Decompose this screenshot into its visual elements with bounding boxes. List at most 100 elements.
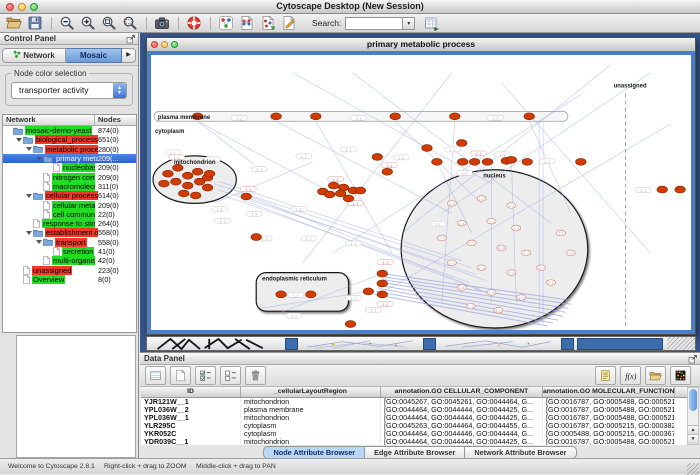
tree-expand-icon[interactable] [25, 147, 33, 151]
table-row[interactable]: YPL036W__1mitochondrion[GO:0044464, GO:0… [141, 414, 687, 422]
table-scrollbar[interactable]: ▲ ▼ [687, 387, 699, 445]
notes-icon[interactable] [595, 366, 616, 385]
tree-row[interactable]: mosaic-demo-yeast874(0) [3, 126, 136, 135]
tree-expand-icon[interactable] [25, 231, 33, 235]
tree-row[interactable]: unassigned223(0) [3, 265, 136, 274]
snapshot-icon[interactable] [154, 15, 170, 31]
tree-row[interactable]: Overview8(0) [3, 275, 136, 284]
tree-row[interactable]: biological_process651(0) [3, 135, 136, 144]
table-row[interactable]: YLR295Ccytoplasm[GO:0045263, GO:0044464,… [141, 422, 687, 430]
table-cell[interactable]: YPL036W__1 [141, 414, 241, 422]
plugins-icon[interactable] [260, 15, 276, 31]
search-input[interactable] [345, 17, 403, 30]
view-minimize-button[interactable] [161, 41, 168, 48]
tree-row[interactable]: establishment of lo558(0) [3, 228, 136, 237]
annotations-icon[interactable] [281, 15, 297, 31]
table-cell[interactable]: cytoplasm [241, 430, 381, 438]
table-row[interactable]: YPL036W__2plasma membrane[GO:0044464, GO… [141, 406, 687, 414]
table-cell[interactable]: cytoplasm [241, 422, 381, 430]
tree-row[interactable]: cellular process614(0) [3, 191, 136, 200]
tree-row[interactable]: cellular metabol209(0) [3, 200, 136, 209]
zoom-out-icon[interactable] [59, 15, 75, 31]
table-cell[interactable]: [GO:0016787, GO:0005488, GO:0005215, G..… [543, 406, 675, 414]
tree-row[interactable]: metabolic process280(0) [3, 145, 136, 154]
network-graph[interactable]: (...)(...)(...)(...)(...)(...)(...)(...)… [151, 55, 691, 330]
column-header[interactable]: annotation.GO MOLECULAR_FUNCTION [543, 387, 675, 397]
table-cell[interactable]: [GO:0044464, GO:0044444, GO:0044425, G..… [381, 406, 543, 414]
tree-row[interactable]: response to stimulu264(0) [3, 219, 136, 228]
tree-expand-icon[interactable] [35, 240, 43, 244]
function-builder-icon[interactable]: f(x) [620, 366, 641, 385]
table-row[interactable]: YKR052Ccytoplasm[GO:0044464, GO:0044446,… [141, 430, 687, 438]
search-dropdown-arrow[interactable]: ▾ [403, 17, 415, 30]
app-resize-grip[interactable] [687, 463, 699, 475]
close-button[interactable] [6, 3, 14, 11]
table-cell[interactable]: [GO:0016787, GO:0005488, GO:0005215, G..… [543, 398, 675, 406]
help-icon[interactable] [186, 15, 202, 31]
column-header[interactable]: ID [141, 387, 241, 397]
table-cell[interactable]: YDR039C__1 [141, 438, 241, 445]
table-cell[interactable]: YPL036W__2 [141, 406, 241, 414]
zoom-in-icon[interactable] [80, 15, 96, 31]
background-window-fragment[interactable] [577, 338, 663, 350]
window-resize-grip[interactable] [667, 337, 695, 351]
background-window-fragment[interactable] [561, 338, 574, 350]
node-color-dropdown[interactable]: transporter activity ▲▼ [11, 82, 127, 99]
background-window-fragment[interactable] [423, 338, 436, 350]
zoom-selected-icon[interactable] [122, 15, 138, 31]
tree-row[interactable]: macromolecule311(0) [3, 182, 136, 191]
network-window-titlebar[interactable]: primary metabolic process [147, 38, 695, 52]
open-session-icon[interactable] [6, 15, 22, 31]
filters-icon[interactable] [239, 15, 255, 31]
tab-network[interactable]: Network [2, 48, 66, 63]
table-cell[interactable]: YLR295C [141, 422, 241, 430]
tree-row[interactable]: primary metabo209(... [3, 154, 136, 163]
tree-row[interactable]: secretion41(0) [3, 247, 136, 256]
tree-expand-icon[interactable] [25, 194, 33, 198]
table-cell[interactable]: [GO:0044464, GO:0044444, GO:0044425, G..… [381, 438, 543, 445]
tree-row[interactable]: multi-organism pro42(0) [3, 256, 136, 265]
float-panel-icon[interactable] [126, 34, 136, 44]
table-cell[interactable]: [GO:0016787, GO:0005488, GO:0005215, G..… [543, 414, 675, 422]
table-cell[interactable]: mitochondrion [241, 414, 381, 422]
vizmapper-icon[interactable] [218, 15, 234, 31]
table-row[interactable]: YDR039C__1mitochondrion[GO:0044464, GO:0… [141, 438, 687, 445]
window-titlebar[interactable]: Cytoscape Desktop (New Session) [0, 0, 700, 14]
new-attribute-icon[interactable] [170, 366, 191, 385]
float-panel-icon[interactable] [688, 354, 698, 364]
table-cell[interactable]: [GO:0005488, GO:0005215, GO:0003674] [543, 430, 675, 438]
tree-row[interactable]: cell communicat22(0) [3, 210, 136, 219]
heatmap-icon[interactable] [670, 366, 691, 385]
table-cell[interactable]: mitochondrion [241, 438, 381, 445]
background-window-fragment[interactable] [285, 338, 298, 350]
table-cell[interactable]: [GO:0016787, GO:0005488, GO:0005215, G..… [543, 438, 675, 445]
table-cell[interactable]: YKR052C [141, 430, 241, 438]
tree-header[interactable]: Network Nodes [3, 115, 136, 126]
table-cell[interactable]: [GO:0044464, GO:0044444, GO:0044425, G..… [381, 414, 543, 422]
zoom-fit-icon[interactable] [101, 15, 117, 31]
network-view-window[interactable]: primary metabolic process (...)(...)(...… [146, 37, 696, 335]
minimize-button[interactable] [18, 3, 26, 11]
attribute-table-header[interactable]: ID_cellularLayoutRegionannotation.GO CEL… [141, 387, 687, 398]
delete-attribute-icon[interactable] [245, 366, 266, 385]
zoom-window-button[interactable] [30, 3, 38, 11]
table-cell[interactable]: [GO:0044464, GO:0044446, GO:0044444, G..… [381, 430, 543, 438]
table-cell[interactable]: mitochondrion [241, 398, 381, 406]
tab-mosaic[interactable]: Mosaic [66, 48, 122, 63]
table-cell[interactable]: plasma membrane [241, 406, 381, 414]
attribute-grid-icon[interactable] [145, 366, 166, 385]
more-tabs-arrow-icon[interactable]: ▶ [122, 48, 136, 63]
scrollbar-thumb[interactable] [689, 389, 697, 411]
tree-expand-icon[interactable] [15, 138, 23, 142]
column-header[interactable]: annotation.GO CELLULAR_COMPONENT [381, 387, 543, 397]
import-table-icon[interactable] [424, 15, 440, 31]
column-header[interactable]: _cellularLayoutRegion [241, 387, 381, 397]
tree-expand-icon[interactable] [35, 157, 43, 161]
tree-row[interactable]: transport558(0) [3, 238, 136, 247]
tree-row[interactable]: nitrogen compo209(0) [3, 172, 136, 181]
view-close-button[interactable] [151, 41, 158, 48]
tree-row[interactable]: nucleobase-209(0) [3, 163, 136, 172]
import-attributes-icon[interactable] [645, 366, 666, 385]
birds-eye-view[interactable] [16, 335, 136, 458]
table-cell[interactable]: [GO:0045267, GO:0045261, GO:0044464, G..… [381, 398, 543, 406]
